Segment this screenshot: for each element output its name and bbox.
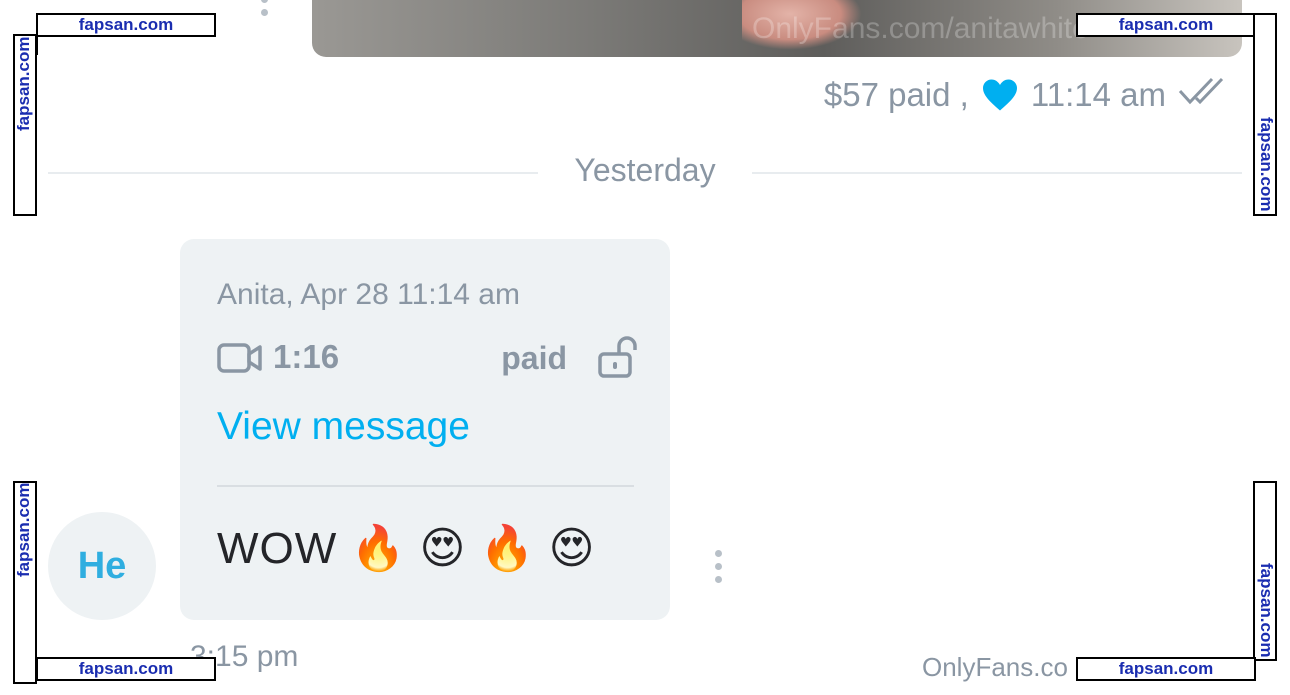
unlocked-lock-icon [597, 336, 637, 383]
watermark-text: fapsan.com [1256, 117, 1276, 211]
frame-line [36, 35, 38, 55]
divider-line-left [48, 172, 538, 174]
video-camera-icon [217, 340, 263, 381]
watermark-top-left: fapsan.com [36, 13, 216, 37]
watermark-bottom-left: fapsan.com [36, 657, 216, 681]
date-divider-label: Yesterday [574, 152, 716, 188]
image-watermark: OnlyFans.com/anitawhite [752, 12, 1089, 45]
divider-line-right [752, 172, 1242, 174]
received-message-options-icon[interactable] [714, 550, 722, 583]
message-text: WOW 🔥 😍 🔥 😍 [217, 524, 596, 573]
avatar-initials: He [77, 544, 127, 587]
watermark-text: fapsan.com [14, 37, 34, 131]
view-message-link[interactable]: View message [217, 405, 470, 449]
message-sender-date: Anita, Apr 28 11:14 am [217, 278, 520, 311]
video-duration: 1:16 [273, 338, 340, 375]
watermark-text: fapsan.com [78, 659, 174, 678]
watermark-text: fapsan.com [1256, 563, 1276, 657]
watermark-text: fapsan.com [78, 15, 174, 34]
paid-video-row: 1:16 paid [217, 336, 637, 386]
onlyfans-watermark: OnlyFans.co [922, 652, 1068, 682]
avatar[interactable]: He [48, 512, 156, 620]
watermark-text: fapsan.com [1118, 15, 1214, 34]
paid-label: paid [501, 340, 567, 376]
price-paid: $57 paid , [823, 76, 969, 113]
sent-message-meta: $57 paid , 11:14 am [824, 70, 1232, 120]
read-receipt-icon [1178, 76, 1232, 114]
watermark-bottom-right: fapsan.com [1076, 657, 1256, 681]
watermark-text: fapsan.com [1118, 659, 1214, 678]
heart-icon[interactable] [981, 78, 1019, 112]
watermark-top-right: fapsan.com [1076, 13, 1256, 37]
bubble-divider [217, 485, 634, 487]
message-options-icon[interactable] [260, 0, 268, 16]
sent-time: 11:14 am [1030, 76, 1166, 113]
watermark-text: fapsan.com [14, 483, 34, 577]
